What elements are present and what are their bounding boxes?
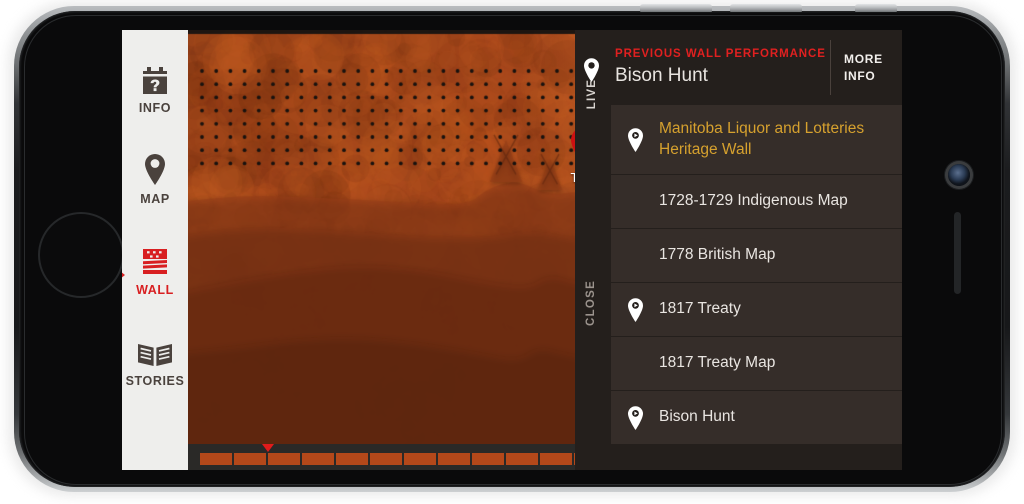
timeline-segment[interactable] xyxy=(234,453,266,465)
open-book-icon xyxy=(137,333,173,367)
volume-down-button[interactable] xyxy=(730,4,802,12)
list-item-label: Manitoba Liquor and Lotteries Heritage W… xyxy=(659,119,865,158)
list-item[interactable]: Bison Hunt xyxy=(611,391,902,445)
timeline-segment[interactable] xyxy=(268,453,300,465)
more-info-button[interactable]: MORE INFO xyxy=(830,40,902,95)
wall-performance-panel: LIVE CLOSE PREVIOUS WALL PERFORMANCE Bis… xyxy=(575,30,902,470)
sidebar-item-label: WALL xyxy=(136,283,174,297)
timeline-segment[interactable] xyxy=(472,453,504,465)
list-item[interactable]: 1728-1729 Indigenous Map xyxy=(611,175,902,229)
sidebar-item-info[interactable]: INFO xyxy=(122,60,188,115)
home-button[interactable] xyxy=(38,212,124,298)
timeline-marker-icon[interactable] xyxy=(262,444,274,452)
list-item[interactable]: 1778 British Map xyxy=(611,229,902,283)
timeline-segment[interactable] xyxy=(302,453,334,465)
timeline-segment[interactable] xyxy=(336,453,368,465)
power-button[interactable] xyxy=(855,4,897,12)
sidebar-item-label: STORIES xyxy=(125,374,185,388)
list-item-label: 1778 British Map xyxy=(659,246,776,264)
timeline-segment[interactable] xyxy=(438,453,470,465)
list-item[interactable]: Manitoba Liquor and Lotteries Heritage W… xyxy=(611,105,902,175)
list-item-label: 1817 Treaty xyxy=(659,300,741,318)
sidebar-item-label: INFO xyxy=(138,101,172,115)
timeline-segment[interactable] xyxy=(404,453,436,465)
sidebar-item-wall[interactable]: WALL xyxy=(122,242,188,297)
sidebar-item-label: MAP xyxy=(140,192,170,206)
list-item[interactable]: 1817 Treaty Map xyxy=(611,337,902,391)
panel-body: PREVIOUS WALL PERFORMANCE Bison Hunt MOR… xyxy=(607,30,902,470)
close-panel-button[interactable]: CLOSE xyxy=(585,280,597,326)
castle-question-icon xyxy=(139,60,171,94)
list-item-label: 1817 Treaty Map xyxy=(659,354,776,372)
play-pin-icon xyxy=(611,127,659,152)
panel-header-title: Bison Hunt xyxy=(615,65,708,86)
timeline-segment[interactable] xyxy=(370,453,402,465)
brick-wall-icon xyxy=(140,242,170,276)
wall-performance-list[interactable]: Manitoba Liquor and Lotteries Heritage W… xyxy=(607,105,902,470)
list-item-label: Bison Hunt xyxy=(659,408,735,426)
more-info-line2: INFO xyxy=(844,68,876,83)
live-label: LIVE xyxy=(586,78,598,110)
list-item[interactable]: 1817 Treaty xyxy=(611,283,902,337)
sidebar-item-stories[interactable]: STORIES xyxy=(122,333,188,388)
active-indicator-arrow-icon xyxy=(122,268,125,282)
panel-header: PREVIOUS WALL PERFORMANCE Bison Hunt MOR… xyxy=(607,30,902,105)
sidebar-item-map[interactable]: MAP xyxy=(122,151,188,206)
more-info-line1: MORE xyxy=(844,52,883,67)
left-nav-rail: INFO MAP WALL STORIES xyxy=(122,30,188,470)
map-pin-icon xyxy=(143,151,167,185)
panel-header-kicker: PREVIOUS WALL PERFORMANCE xyxy=(615,48,826,60)
front-camera-icon xyxy=(948,164,970,186)
panel-side-rail: LIVE CLOSE xyxy=(575,30,607,470)
panel-header-text: PREVIOUS WALL PERFORMANCE Bison Hunt xyxy=(615,48,830,87)
phone-screen: Tipis INFO xyxy=(122,30,902,470)
earpiece-speaker xyxy=(954,212,961,294)
volume-up-button[interactable] xyxy=(640,4,712,12)
play-pin-icon xyxy=(611,297,659,322)
screenshot-root: Tipis INFO xyxy=(0,0,1024,504)
timeline-segment[interactable] xyxy=(540,453,572,465)
timeline-segment[interactable] xyxy=(506,453,538,465)
list-item-label: 1728-1729 Indigenous Map xyxy=(659,192,848,210)
play-pin-icon xyxy=(611,405,659,430)
timeline-segment[interactable] xyxy=(200,453,232,465)
